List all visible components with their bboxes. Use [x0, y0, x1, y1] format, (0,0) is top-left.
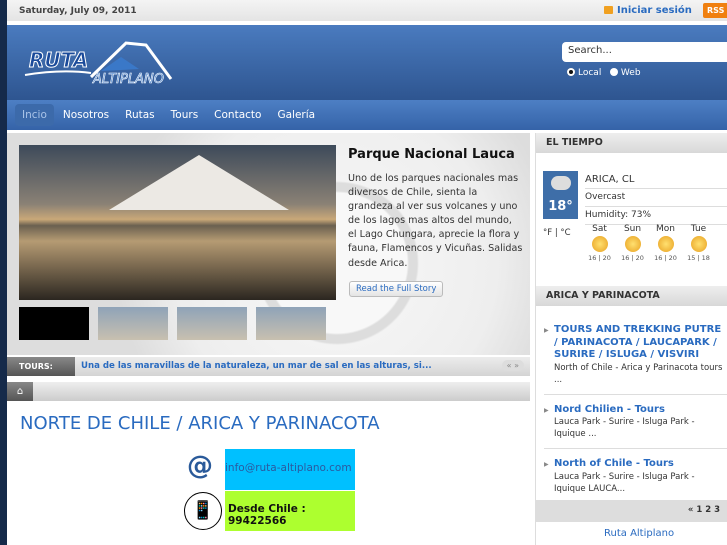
thumbnail[interactable] [256, 307, 326, 340]
unit-toggle[interactable]: °F | °C [543, 224, 583, 262]
radio-local-label: Local [578, 68, 602, 78]
sidebar: EL TIEMPO 18° ARICA, CL Overcast Humidit… [535, 133, 727, 545]
thumbnail[interactable] [19, 307, 89, 340]
day-name: Sat [592, 224, 607, 234]
forecast-day: Sun 16 | 20 [616, 224, 649, 262]
date: Saturday, July 09, 2011 [19, 6, 137, 16]
item-title-link[interactable]: North of Chile - Tours [554, 458, 727, 471]
svg-text:RUTA: RUTA [29, 48, 88, 72]
ticker-link[interactable]: Una de las maravillas de la naturaleza, … [81, 361, 432, 371]
forecast-day: Mon 16 | 20 [649, 224, 682, 262]
weather-heading: EL TIEMPO [536, 133, 727, 153]
header: RUTA ALTIPLANO Search... Local Web [7, 25, 727, 100]
weather-temp: 18° [548, 199, 573, 214]
logo[interactable]: RUTA ALTIPLANO [21, 39, 201, 87]
nav-nosotros[interactable]: Nosotros [56, 104, 116, 126]
rss-button[interactable]: RSS [703, 3, 727, 18]
overcast-icon: 18° [543, 171, 578, 219]
item-title-link[interactable]: Nord Chilien - Tours [554, 404, 727, 417]
day-temps: 16 | 20 [654, 254, 677, 262]
page: Saturday, July 09, 2011 Iniciar sesión R… [7, 0, 727, 545]
nav-rutas[interactable]: Rutas [118, 104, 162, 126]
login-link[interactable]: Iniciar sesión [604, 5, 692, 16]
partly-sunny-icon [624, 236, 641, 252]
arrow-icon: ▶ [544, 461, 549, 468]
thumbnail[interactable] [177, 307, 247, 340]
list-item: ▶ North of Chile - Tours Lauca Park - Suri… [544, 454, 727, 504]
breadcrumb: ⌂ [7, 382, 530, 401]
weather-location: ARICA, CL [585, 171, 727, 189]
partly-sunny-icon [690, 236, 707, 252]
partly-sunny-icon [657, 236, 674, 252]
forecast-day: Tue 15 | 18 [682, 224, 715, 262]
arrow-icon: ▶ [544, 406, 549, 414]
news-ticker: TOURS: Una de las maravillas de la natur… [7, 357, 530, 376]
day-name: Tue [690, 224, 707, 234]
read-more-button[interactable]: Read the Full Story [349, 281, 444, 297]
list-item: ▶ TOURS AND TREKKING PUTRE / PARINACOTA /… [544, 320, 727, 395]
radio-local[interactable] [567, 68, 575, 76]
thumbnail[interactable] [98, 307, 168, 340]
ticker-label: TOURS: [7, 357, 75, 376]
partly-sunny-icon [591, 236, 608, 252]
phone-number: Desde Chile : 99422566 [225, 491, 355, 531]
ticker-arrows[interactable]: « » [501, 360, 524, 371]
email-icon: @ [187, 451, 213, 481]
day-name: Mon [656, 224, 675, 234]
phone-icon: 📱 [184, 492, 222, 530]
nav-incio[interactable]: Incio [15, 104, 54, 126]
main-nav: Incio Nosotros Rutas Tours Contacto Gale… [7, 100, 727, 130]
item-title-link[interactable]: TOURS AND TREKKING PUTRE / PARINACOTA / … [554, 324, 727, 362]
login-label: Iniciar sesión [617, 5, 692, 16]
home-icon[interactable]: ⌂ [7, 382, 33, 401]
day-temps: 16 | 20 [588, 254, 611, 262]
region-heading: ARICA Y PARINACOTA [536, 286, 727, 306]
day-temps: 16 | 20 [621, 254, 644, 262]
lock-icon [604, 6, 613, 14]
nav-tours[interactable]: Tours [164, 104, 206, 126]
radio-web[interactable] [609, 68, 618, 76]
item-desc: Lauca Park - Surire - Isluga Park - Iqui… [554, 471, 695, 494]
featured-image[interactable] [19, 145, 336, 300]
forecast-day: Sat 16 | 20 [583, 224, 616, 262]
item-desc: Lauca Park - Surire - Isluga Park - Iqui… [554, 417, 695, 439]
page-title: NORTE DE CHILE / ARICA Y PARINACOTA [20, 413, 380, 434]
list-item: ▶ Nord Chilien - Tours Lauca Park - Surire… [544, 400, 727, 449]
footer-link[interactable]: Ruta Altiplano [604, 528, 674, 540]
featured-slider: Parque Nacional Lauca Uno de los parques… [7, 133, 530, 355]
weather-condition: Overcast [585, 189, 727, 207]
nav-galeria[interactable]: Galería [270, 104, 322, 126]
day-name: Sun [623, 224, 642, 234]
arrow-icon: ▶ [544, 327, 549, 334]
nav-contacto[interactable]: Contacto [207, 104, 268, 126]
featured-title: Parque Nacional Lauca [348, 147, 515, 162]
svg-text:ALTIPLANO: ALTIPLANO [92, 72, 164, 87]
day-temps: 15 | 18 [687, 254, 710, 262]
pagination[interactable]: « 1 2 3 [536, 500, 727, 522]
featured-text: Uno de los parques nacionales mas divers… [348, 173, 523, 269]
email-link[interactable]: info@ruta-altiplano.com [225, 449, 355, 490]
weather-humidity: Humidity: 73% [585, 207, 727, 225]
search-input[interactable]: Search... [562, 42, 727, 62]
top-bar: Saturday, July 09, 2011 Iniciar sesión R… [7, 0, 727, 23]
radio-web-label: Web [620, 68, 641, 78]
item-desc: North of Chile - Arica y Parinacota tour… [554, 362, 723, 385]
